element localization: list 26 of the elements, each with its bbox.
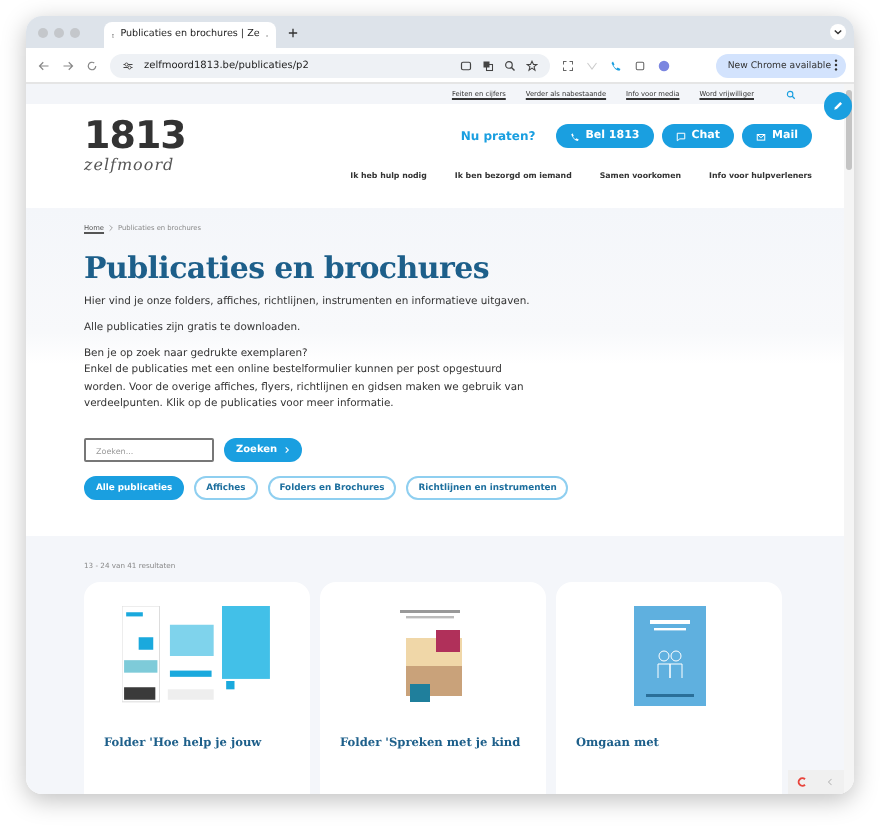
- reload-icon[interactable]: [86, 59, 98, 71]
- back-icon[interactable]: [38, 59, 50, 71]
- search-icon[interactable]: [786, 89, 796, 99]
- site-settings-icon[interactable]: [122, 59, 134, 71]
- zoom-icon[interactable]: [504, 59, 516, 71]
- translate-icon[interactable]: [482, 59, 494, 71]
- star-icon[interactable]: [526, 59, 538, 71]
- page-title: Publicaties en brochures: [84, 250, 491, 286]
- logo[interactable]: 1813 zelfmoord: [84, 116, 186, 196]
- chat-icon: [675, 131, 686, 141]
- chevron-icon: [283, 446, 290, 455]
- new-tab-icon[interactable]: [288, 27, 298, 37]
- pencil-icon: [832, 100, 844, 112]
- chevron-icon: [108, 224, 115, 232]
- feedback-widget[interactable]: [788, 770, 844, 794]
- logo-icon: [796, 776, 808, 788]
- tab-menu-icon[interactable]: [830, 24, 846, 40]
- brochure-cover-drawing: [633, 606, 705, 707]
- phone-icon[interactable]: [610, 59, 622, 71]
- mail-icon: [756, 131, 767, 141]
- phone-icon: [569, 131, 580, 141]
- profile-icon[interactable]: [658, 59, 670, 71]
- puzzle-icon[interactable]: [634, 59, 646, 71]
- forward-icon[interactable]: [62, 59, 74, 71]
- cast-icon[interactable]: [460, 59, 472, 71]
- screenshot-icon[interactable]: [562, 59, 574, 71]
